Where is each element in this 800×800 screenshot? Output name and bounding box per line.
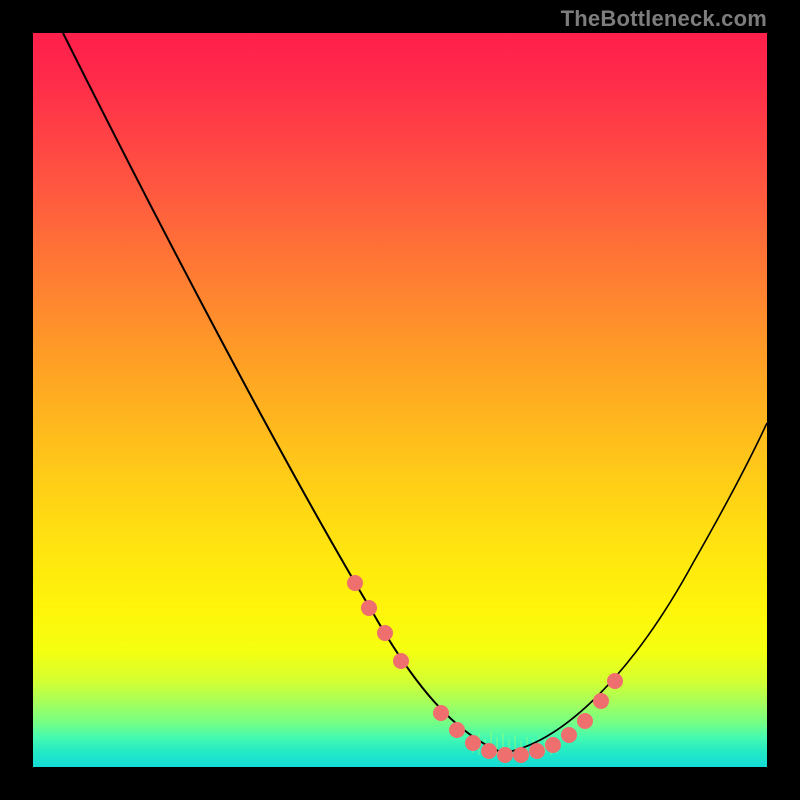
bottleneck-curve-left: [63, 33, 503, 753]
watermark-text: TheBottleneck.com: [561, 6, 767, 32]
curve-markers: [347, 575, 623, 763]
chart-frame: TheBottleneck.com: [0, 0, 800, 800]
chart-overlay: [33, 33, 767, 767]
bottleneck-curve-right: [503, 423, 767, 753]
